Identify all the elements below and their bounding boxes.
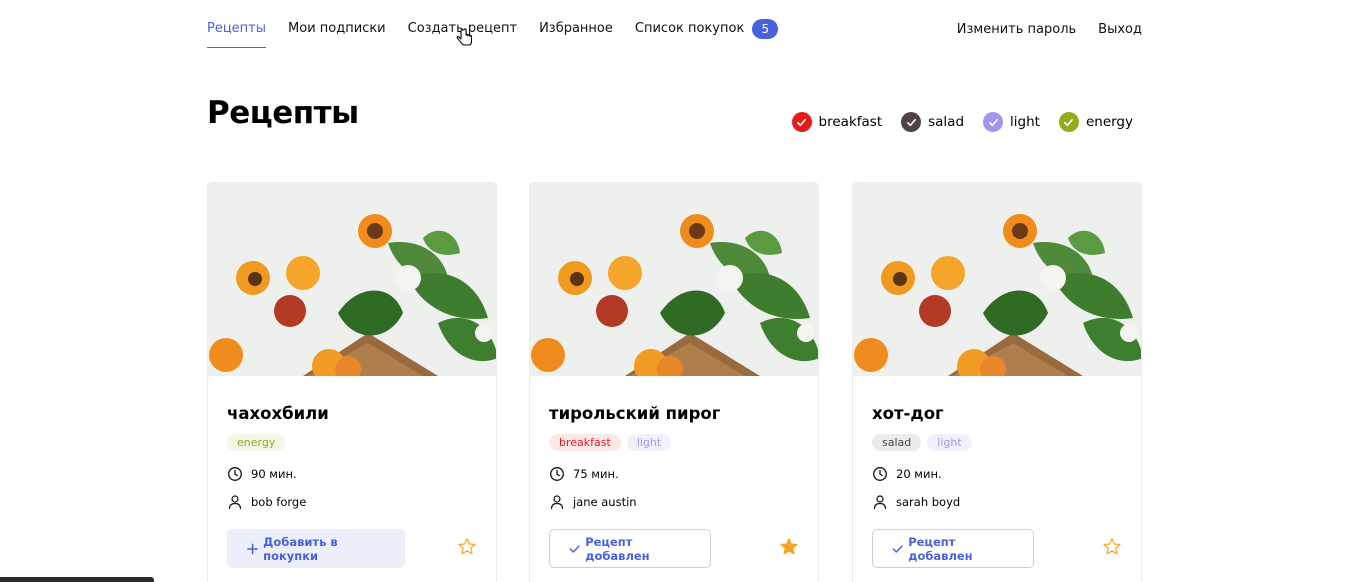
nav-item-label: Выход xyxy=(1098,22,1142,37)
card-actions: Рецепт добавлен xyxy=(549,529,799,569)
recipe-author: bob forge xyxy=(227,494,477,510)
user-icon xyxy=(227,494,243,510)
recipe-author: jane austin xyxy=(549,494,799,510)
star-outline-icon[interactable] xyxy=(1102,537,1122,557)
recipe-tags: salad light xyxy=(872,434,1122,452)
tag-light: light xyxy=(927,434,972,451)
nav-right: Изменить пароль Выход xyxy=(935,21,1142,49)
shopping-count-badge: 5 xyxy=(752,19,779,39)
nav-left: Рецепты Мои подписки Создать рецепт Избр… xyxy=(207,19,800,48)
filter-label: salad xyxy=(928,114,965,130)
nav-item-label: Мои подписки xyxy=(288,21,386,36)
plus-icon xyxy=(247,543,258,554)
bottom-scroll-indicator xyxy=(0,577,154,582)
recipe-added-button[interactable]: Рецепт добавлен xyxy=(549,529,711,568)
recipe-title[interactable]: тирольский пирог xyxy=(549,404,799,426)
nav-item-label: Избранное xyxy=(539,21,613,36)
filter-breakfast[interactable]: breakfast xyxy=(791,112,883,132)
clock-icon xyxy=(872,466,888,482)
nav-item-logout[interactable]: Выход xyxy=(1098,21,1142,49)
recipe-time: 20 мин. xyxy=(872,466,1122,482)
user-icon xyxy=(549,494,565,510)
tag-light: light xyxy=(626,434,672,451)
nav-item-label: Список покупок xyxy=(634,21,745,36)
top-nav: Рецепты Мои подписки Создать рецепт Избр… xyxy=(207,0,1142,58)
clock-icon xyxy=(227,466,243,482)
filter-label: energy xyxy=(1085,114,1133,130)
checkmark-icon xyxy=(901,112,922,132)
filter-salad[interactable]: salad xyxy=(901,112,964,132)
button-label: Рецепт добавлен xyxy=(908,534,973,563)
checkmark-icon xyxy=(791,112,812,132)
recipe-image[interactable] xyxy=(208,183,496,376)
recipe-image[interactable] xyxy=(853,183,1141,376)
nav-item-change-password[interactable]: Изменить пароль xyxy=(957,21,1076,49)
filter-label: breakfast xyxy=(818,114,883,130)
recipe-card: хот-дог salad light 20 мин. sarah boyd Р… xyxy=(852,182,1142,582)
tag-breakfast: breakfast xyxy=(549,434,621,451)
checkmark-icon xyxy=(892,544,903,553)
recipe-title[interactable]: хот-дог xyxy=(872,404,1122,426)
user-icon xyxy=(872,494,888,510)
checkmark-icon xyxy=(1058,112,1079,132)
button-label: Рецепт добавлен xyxy=(585,534,650,563)
filter-light[interactable]: light xyxy=(983,112,1040,132)
recipe-author: sarah boyd xyxy=(872,494,1122,510)
card-body: хот-дог salad light 20 мин. sarah boyd Р… xyxy=(853,404,1141,569)
fruit-photo xyxy=(208,183,496,376)
recipe-time: 75 мин. xyxy=(549,466,799,482)
nav-item-favorites[interactable]: Избранное xyxy=(539,20,613,48)
author-name[interactable]: bob forge xyxy=(251,495,306,509)
recipe-image[interactable] xyxy=(530,183,818,376)
card-actions: Добавить в покупки xyxy=(227,529,477,569)
nav-item-subscriptions[interactable]: Мои подписки xyxy=(288,20,386,48)
hand-cursor-icon xyxy=(456,28,473,46)
fruit-photo xyxy=(853,183,1141,376)
time-value: 75 мин. xyxy=(573,467,619,481)
nav-item-recipes[interactable]: Рецепты xyxy=(207,20,267,48)
checkmark-icon xyxy=(569,544,580,553)
time-value: 90 мин. xyxy=(251,467,297,481)
author-name[interactable]: jane austin xyxy=(573,495,637,509)
tag-salad: salad xyxy=(872,434,922,451)
nav-item-label: Рецепты xyxy=(207,21,267,36)
card-body: тирольский пирог breakfast light 75 мин.… xyxy=(530,404,818,569)
card-body: чахохбили energy 90 мин. bob forge Добав… xyxy=(208,404,496,569)
checkmark-icon xyxy=(983,112,1004,132)
tag-energy: energy xyxy=(227,434,286,451)
nav-item-label: Изменить пароль xyxy=(956,22,1077,37)
nav-item-shopping-list[interactable]: Список покупок 5 xyxy=(634,19,779,48)
filter-energy[interactable]: energy xyxy=(1058,112,1133,132)
time-value: 20 мин. xyxy=(896,467,942,481)
filter-label: light xyxy=(1010,114,1040,130)
star-filled-icon[interactable] xyxy=(779,537,799,557)
add-to-shopping-button[interactable]: Добавить в покупки xyxy=(227,529,405,568)
button-label: Добавить в покупки xyxy=(263,534,338,563)
recipe-card: чахохбили energy 90 мин. bob forge Добав… xyxy=(207,182,497,582)
recipe-time: 90 мин. xyxy=(227,466,477,482)
card-actions: Рецепт добавлен xyxy=(872,529,1122,569)
recipe-card: тирольский пирог breakfast light 75 мин.… xyxy=(529,182,819,582)
page-title: Рецепты xyxy=(207,95,359,131)
fruit-photo xyxy=(530,183,818,376)
tag-filters: breakfast salad light energy xyxy=(773,112,1133,132)
recipe-title[interactable]: чахохбили xyxy=(227,404,477,426)
author-name[interactable]: sarah boyd xyxy=(896,495,960,509)
recipe-tags: breakfast light xyxy=(549,434,799,452)
clock-icon xyxy=(549,466,565,482)
recipe-tags: energy xyxy=(227,434,477,452)
star-outline-icon[interactable] xyxy=(457,537,477,557)
recipe-added-button[interactable]: Рецепт добавлен xyxy=(872,529,1034,568)
